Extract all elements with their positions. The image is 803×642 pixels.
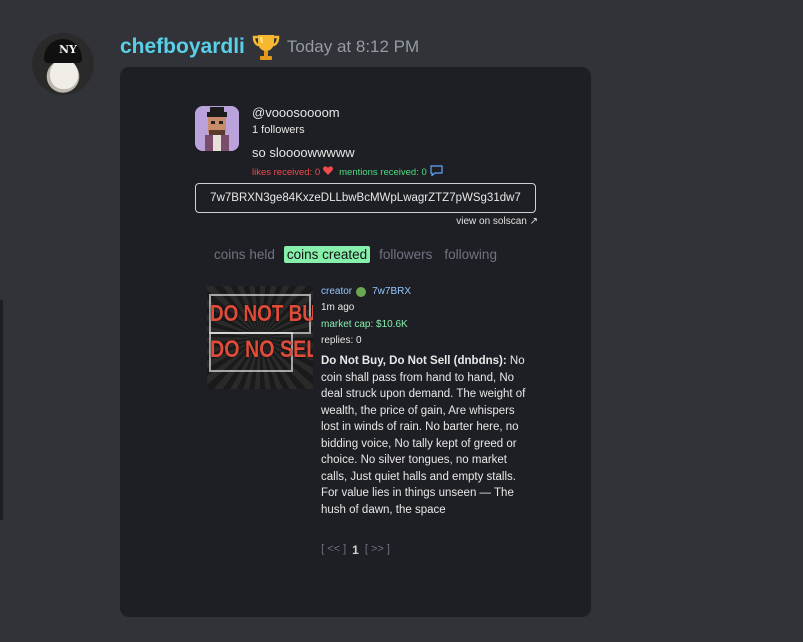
tab-coins-created[interactable]: coins created [283, 246, 371, 263]
mentions-label: mentions received: 0 [339, 166, 427, 178]
coin-description-text: No coin shall pass from hand to hand, No… [321, 355, 526, 516]
likes-stat: likes received: 0 [252, 166, 334, 178]
heart-icon [323, 166, 334, 178]
message-timestamp: Today at 8:12 PM [286, 37, 420, 56]
coin-age: 1m ago [321, 302, 355, 313]
mentions-stat: mentions received: 0 [339, 165, 443, 179]
coin-description: Do Not Buy, Do Not Sell (dnbdns): No coi… [321, 353, 533, 525]
profile-picture [195, 106, 239, 151]
scroll-edge [0, 300, 3, 520]
trophy-icon [249, 31, 283, 63]
message-header: chefboyardli Today at 8:12 PM [120, 31, 419, 63]
profile-handle: @vooosoooom [252, 105, 340, 120]
avatar-cap-logo: NY [59, 43, 77, 56]
profile-bio: so sloooowwwww [252, 145, 355, 160]
username[interactable]: chefboyardli [120, 35, 245, 59]
coin-replies: replies: 0 [321, 335, 362, 346]
coin-title: Do Not Buy, Do Not Sell (dnbdns): [321, 355, 507, 367]
tab-following[interactable]: following [441, 246, 500, 263]
tab-coins-held[interactable]: coins held [211, 246, 278, 263]
likes-label: likes received: 0 [252, 166, 321, 178]
creator-avatar-icon [356, 286, 367, 297]
creator-link[interactable]: 7w7BRX [372, 286, 411, 297]
pager-current-page: 1 [352, 543, 359, 557]
coin-image[interactable]: DO NOT BUY DO NO SELL [207, 286, 313, 389]
user-avatar[interactable]: NY [32, 33, 94, 95]
embed-card: @vooosoooom 1 followers so sloooowwwww l… [120, 67, 591, 617]
pager-prev-button[interactable]: [ << ] [321, 543, 346, 557]
pager-next-button[interactable]: [ >> ] [365, 543, 390, 557]
speech-bubble-icon [430, 165, 443, 179]
view-on-solscan-link[interactable]: view on solscan ↗ [456, 216, 538, 227]
tab-followers[interactable]: followers [376, 246, 435, 263]
coin-image-text-bottom: DO NO SELL [210, 336, 313, 363]
profile-tabs: coins held coins created followers follo… [120, 246, 591, 263]
creator-label: creator [321, 286, 353, 297]
profile-stats: likes received: 0 mentions received: 0 [252, 165, 443, 179]
coin-market-cap: market cap: $10.6K [321, 319, 408, 330]
coin-image-text-top: DO NOT BUY [210, 300, 313, 326]
profile-followers: 1 followers [252, 124, 305, 136]
avatar-face [50, 59, 78, 89]
wallet-address[interactable]: 7w7BRXN3ge84KxzeDLLbwBcMWpLwagrZTZ7pWSg3… [195, 183, 536, 213]
pagination: [ << ] 1 [ >> ] [120, 543, 591, 557]
coin-creator: creator 7w7BRX [321, 286, 411, 297]
